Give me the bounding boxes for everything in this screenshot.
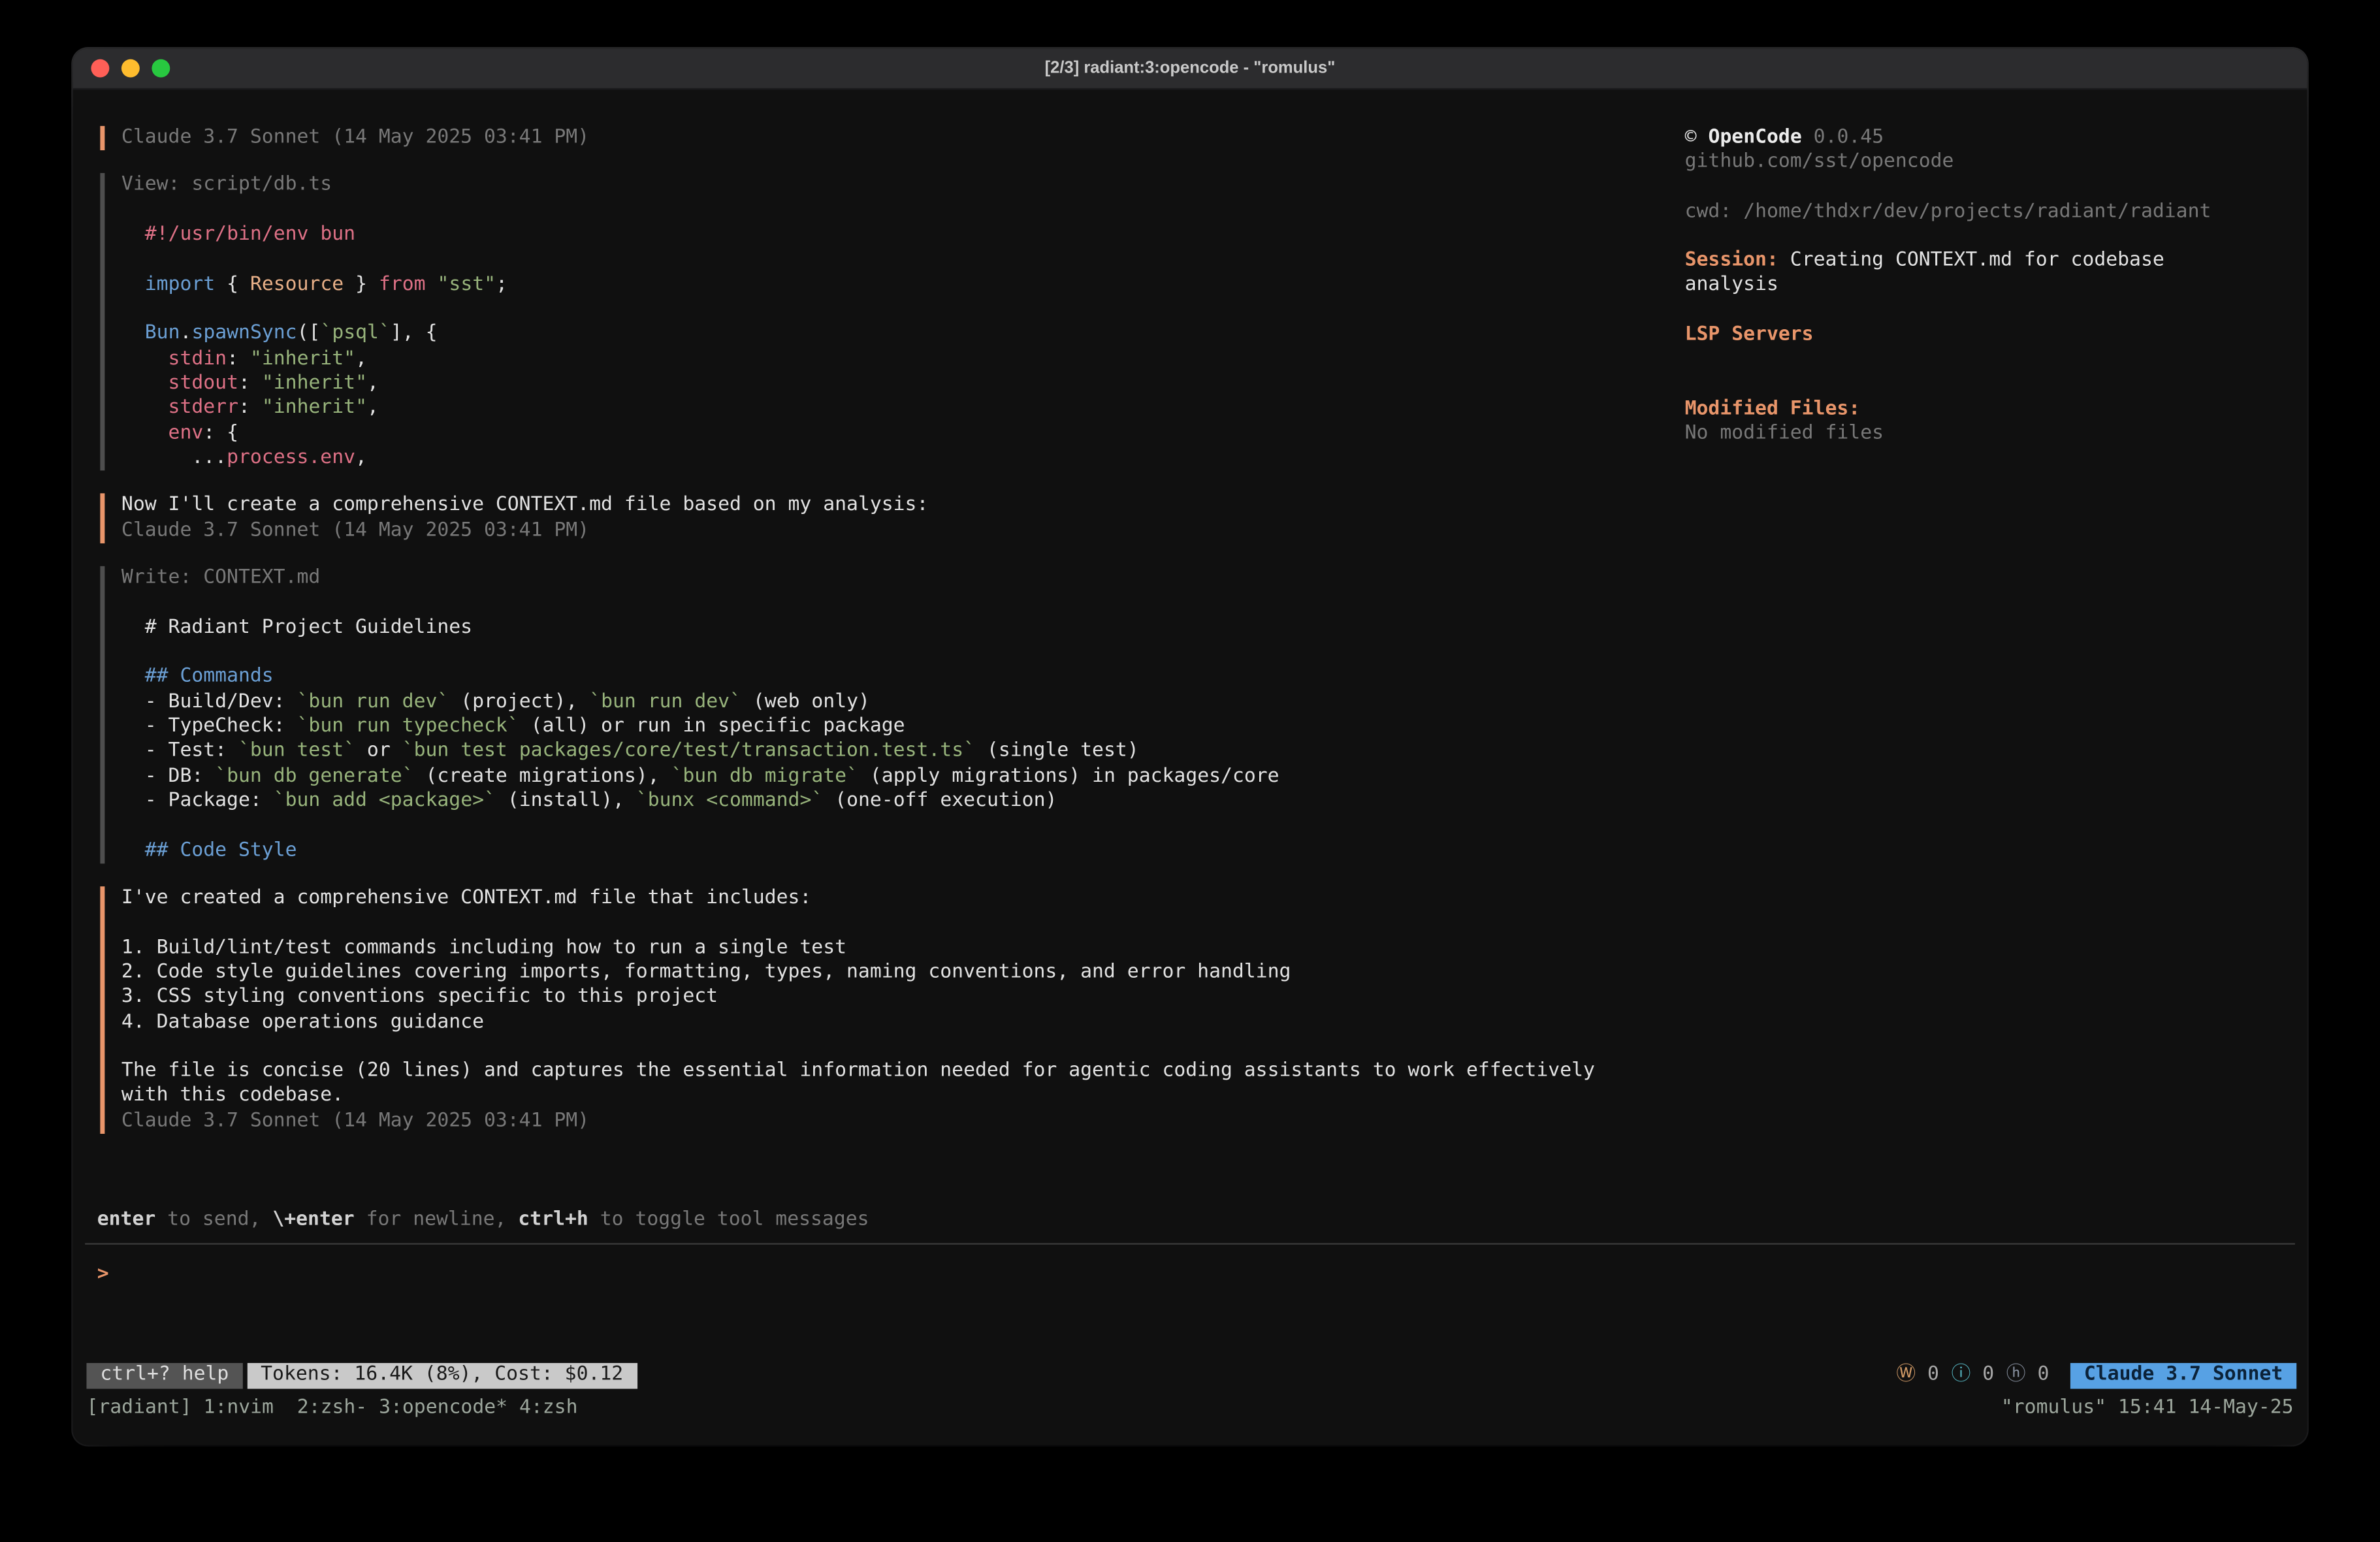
minimize-button[interactable] (121, 59, 140, 78)
prompt-caret: > (97, 1262, 109, 1285)
modified-files-empty: No modified files (1685, 423, 2219, 447)
traffic-lights (91, 48, 170, 88)
chat-block-assistant-text: Now I'll create a comprehensive CONTEXT.… (100, 494, 1684, 543)
info-icon: ⓘ (1952, 1363, 1983, 1386)
hints-icon: ⓗ (2006, 1363, 2038, 1386)
chat-stream: Claude 3.7 Sonnet (14 May 2025 03:41 PM)… (73, 89, 1685, 1209)
lsp-servers-heading: LSP Servers (1685, 323, 2219, 347)
app-version: 0.0.45 (1814, 126, 1884, 149)
tmux-status-bar: [radiant] 1:nvim 2:zsh- 3:opencode* 4:zs… (86, 1396, 2293, 1421)
status-right: Ⓦ 0 ⓘ 0 ⓗ 0 Claude 3.7 Sonnet (1896, 1362, 2296, 1389)
status-bar: ctrl+? help Tokens: 16.4K (8%), Cost: $0… (86, 1362, 2296, 1389)
app-header: © OpenCode 0.0.45 (1685, 126, 2219, 151)
terminal-content: Claude 3.7 Sonnet (14 May 2025 03:41 PM)… (73, 89, 2308, 1445)
repo-url: github.com/sst/opencode (1685, 151, 2219, 176)
zoom-button[interactable] (152, 59, 170, 78)
diagnostic-warnings: Ⓦ 0 (1896, 1363, 1939, 1386)
chat-block-tool-view: View: script/db.ts #!/usr/bin/env bun im… (100, 174, 1684, 471)
window-title: [2/3] radiant:3:opencode - "romulus" (73, 59, 2308, 78)
modified-files-heading: Modified Files: (1685, 398, 2219, 423)
session-label: Session: (1685, 249, 1778, 272)
sidebar: © OpenCode 0.0.45 github.com/sst/opencod… (1685, 89, 2308, 1209)
cwd-label: cwd: (1685, 200, 1732, 223)
cwd-path: /home/thdxr/dev/projects/radiant/radiant (1743, 200, 2211, 223)
diagnostic-hints: ⓗ 0 (2006, 1363, 2050, 1386)
chat-block-tool-write: Write: CONTEXT.md # Radiant Project Guid… (100, 566, 1684, 863)
model-badge[interactable]: Claude 3.7 Sonnet (2070, 1362, 2296, 1389)
help-chip[interactable]: ctrl+? help (86, 1362, 242, 1389)
chat-block-message-header: Claude 3.7 Sonnet (14 May 2025 03:41 PM) (100, 126, 1684, 151)
titlebar[interactable]: [2/3] radiant:3:opencode - "romulus" (73, 48, 2308, 89)
opencode-logo-icon: © (1685, 126, 1697, 149)
session-info: Session: Creating CONTEXT.md for codebas… (1685, 249, 2219, 298)
desktop: [2/3] radiant:3:opencode - "romulus" Cla… (0, 0, 2380, 1542)
diagnostic-info: ⓘ 0 (1952, 1363, 1995, 1386)
tokens-cost-chip: Tokens: 16.4K (8%), Cost: $0.12 (247, 1362, 637, 1389)
diagnostics-counters: Ⓦ 0 ⓘ 0 ⓗ 0 (1896, 1363, 2061, 1388)
tmux-window-list[interactable]: [radiant] 1:nvim 2:zsh- 3:opencode* 4:zs… (86, 1396, 577, 1421)
editor-hint: enter to send, \+enter for newline, ctrl… (97, 1209, 2283, 1234)
app-name: OpenCode (1708, 126, 1801, 149)
tmux-session-info: "romulus" 15:41 14-May-25 (2001, 1396, 2294, 1421)
cwd-line: cwd: /home/thdxr/dev/projects/radiant/ra… (1685, 200, 2219, 225)
editor: enter to send, \+enter for newline, ctrl… (73, 1209, 2308, 1362)
main-area: Claude 3.7 Sonnet (14 May 2025 03:41 PM)… (73, 89, 2308, 1209)
chat-block-assistant-text: I've created a comprehensive CONTEXT.md … (100, 886, 1684, 1134)
warnings-icon: Ⓦ (1896, 1363, 1927, 1386)
close-button[interactable] (91, 59, 109, 78)
message-input[interactable]: > (73, 1244, 2308, 1362)
terminal-window: [2/3] radiant:3:opencode - "romulus" Cla… (73, 48, 2308, 1445)
